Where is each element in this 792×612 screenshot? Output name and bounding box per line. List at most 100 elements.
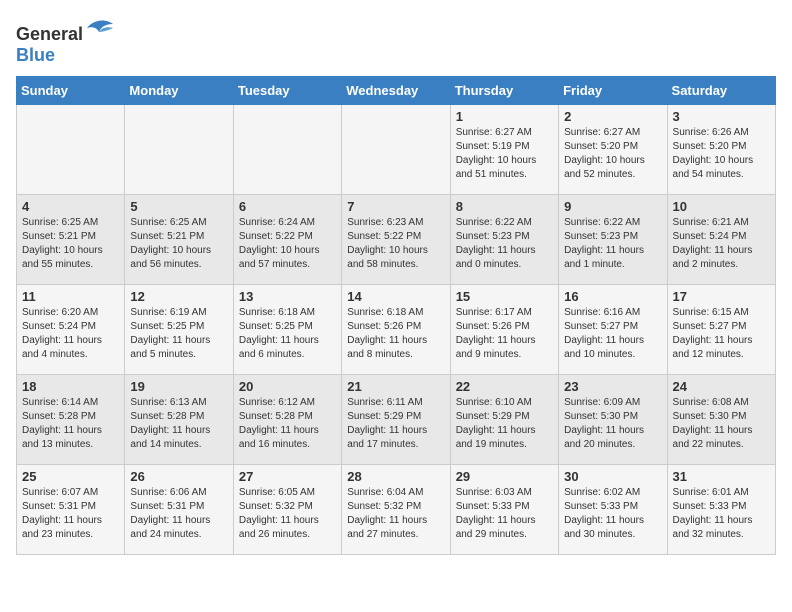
sunrise-text: Sunrise: 6:27 AM — [564, 127, 640, 138]
day-info: Sunrise: 6:01 AM Sunset: 5:33 PM Daylight:… — [673, 486, 770, 542]
sunset-text: Sunset: 5:24 PM — [673, 231, 747, 242]
daylight-text: Daylight: 11 hours and 1 minute. — [564, 245, 644, 270]
day-number: 5 — [130, 199, 227, 214]
sunrise-text: Sunrise: 6:11 AM — [347, 397, 422, 408]
day-info: Sunrise: 6:05 AMSunset: 5:32 PMDaylight:… — [239, 486, 336, 542]
sunrise-text: Sunrise: 6:05 AM — [239, 487, 315, 498]
daylight-text: Daylight: 10 hours and 51 minutes. — [456, 155, 537, 180]
sunrise-text: Sunrise: 6:26 AM — [673, 127, 749, 138]
sunrise-text: Sunrise: 6:25 AM — [22, 217, 98, 228]
day-info: Sunrise: 6:09 AM Sunset: 5:30 PM Daylight:… — [564, 396, 661, 452]
day-info: Sunrise: 6:27 AM Sunset: 5:20 PM Daylight:… — [564, 126, 661, 182]
sunrise-text: Sunrise: 6:13 AM — [130, 397, 206, 408]
day-number: 19 — [130, 379, 227, 394]
daylight-text: Daylight: 10 hours and 58 minutes. — [347, 245, 428, 270]
sunrise-text: Sunrise: 6:18 AM — [347, 307, 423, 318]
day-info: Sunrise: 6:22 AMSunset: 5:23 PMDaylight:… — [564, 216, 661, 272]
day-cell-17: 17Sunrise: 6:15 AMSunset: 5:27 PMDayligh… — [667, 285, 775, 375]
day-number: 6 — [239, 199, 336, 214]
weekday-header-thursday: Thursday — [450, 77, 558, 105]
daylight-text: Daylight: 11 hours and 20 minutes. — [564, 425, 644, 450]
day-cell-22: 22Sunrise: 6:10 AMSunset: 5:29 PMDayligh… — [450, 375, 558, 465]
day-cell-23: 23 Sunrise: 6:09 AM Sunset: 5:30 PM Dayligh… — [559, 375, 667, 465]
day-cell-24: 24Sunrise: 6:08 AMSunset: 5:30 PMDayligh… — [667, 375, 775, 465]
day-number: 16 — [564, 289, 661, 304]
day-cell-25: 25Sunrise: 6:07 AMSunset: 5:31 PMDayligh… — [17, 465, 125, 555]
day-cell-10: 10Sunrise: 6:21 AMSunset: 5:24 PMDayligh… — [667, 195, 775, 285]
sunset-text: Sunset: 5:33 PM — [564, 501, 638, 512]
sunrise-text: Sunrise: 6:06 AM — [130, 487, 206, 498]
weekday-header-monday: Monday — [125, 77, 233, 105]
sunset-text: Sunset: 5:21 PM — [22, 231, 96, 242]
day-cell-7: 7Sunrise: 6:23 AMSunset: 5:22 PMDaylight… — [342, 195, 450, 285]
sunset-text: Sunset: 5:32 PM — [239, 501, 313, 512]
day-cell-9: 9 Sunrise: 6:22 AMSunset: 5:23 PMDaylight… — [559, 195, 667, 285]
sunrise-text: Sunrise: 6:15 AM — [673, 307, 749, 318]
week-row-1: 1 Sunrise: 6:27 AMSunset: 5:19 PMDaylight… — [17, 105, 776, 195]
sunrise-text: Sunrise: 6:09 AM — [564, 397, 640, 408]
sunset-text: Sunset: 5:21 PM — [130, 231, 204, 242]
sunset-text: Sunset: 5:33 PM — [673, 501, 747, 512]
day-number: 25 — [22, 469, 119, 484]
sunset-text: Sunset: 5:26 PM — [456, 321, 530, 332]
sunset-text: Sunset: 5:20 PM — [564, 141, 638, 152]
daylight-text: Daylight: 11 hours and 32 minutes. — [673, 515, 753, 540]
day-number: 1 — [456, 109, 553, 124]
sunset-text: Sunset: 5:30 PM — [564, 411, 638, 422]
sunrise-text: Sunrise: 6:17 AM — [456, 307, 532, 318]
weekday-header-friday: Friday — [559, 77, 667, 105]
weekday-header-saturday: Saturday — [667, 77, 775, 105]
day-number: 14 — [347, 289, 444, 304]
day-info: Sunrise: 6:25 AM Sunset: 5:21 PM Daylight:… — [130, 216, 227, 272]
sunset-text: Sunset: 5:24 PM — [22, 321, 96, 332]
sunrise-text: Sunrise: 6:01 AM — [673, 487, 749, 498]
sunrise-text: Sunrise: 6:10 AM — [456, 397, 532, 408]
sunrise-text: Sunrise: 6:16 AM — [564, 307, 640, 318]
day-cell-21: 21Sunrise: 6:11 AMSunset: 5:29 PMDayligh… — [342, 375, 450, 465]
daylight-text: Daylight: 11 hours and 17 minutes. — [347, 425, 427, 450]
logo-blue: Blue — [16, 45, 55, 65]
page-header: General Blue — [16, 16, 776, 66]
calendar-header: SundayMondayTuesdayWednesdayThursdayFrid… — [17, 77, 776, 105]
day-cell-30: 30Sunrise: 6:02 AMSunset: 5:33 PMDayligh… — [559, 465, 667, 555]
day-cell-1: 1 Sunrise: 6:27 AMSunset: 5:19 PMDaylight… — [450, 105, 558, 195]
sunset-text: Sunset: 5:31 PM — [130, 501, 204, 512]
calendar-table: SundayMondayTuesdayWednesdayThursdayFrid… — [16, 76, 776, 555]
day-info: Sunrise: 6:22 AMSunset: 5:23 PMDaylight:… — [456, 216, 553, 272]
day-cell-2: 2Sunrise: 6:27 AMSunset: 5:20 PMDaylight… — [559, 105, 667, 195]
sunrise-text: Sunrise: 6:25 AM — [130, 217, 206, 228]
sunset-text: Sunset: 5:26 PM — [347, 321, 421, 332]
day-info: Sunrise: 6:11 AMSunset: 5:29 PMDaylight:… — [347, 396, 444, 452]
day-cell-26: 26Sunrise: 6:06 AMSunset: 5:31 PMDayligh… — [125, 465, 233, 555]
daylight-text: Daylight: 10 hours and 56 minutes. — [130, 245, 211, 270]
sunset-text: Sunset: 5:33 PM — [456, 501, 530, 512]
day-cell-14: 14Sunrise: 6:18 AMSunset: 5:26 PMDayligh… — [342, 285, 450, 375]
day-cell-31: 31Sunrise: 6:01 AMSunset: 5:33 PMDayligh… — [667, 465, 775, 555]
day-number: 28 — [347, 469, 444, 484]
week-row-5: 25Sunrise: 6:07 AMSunset: 5:31 PMDayligh… — [17, 465, 776, 555]
day-info: Sunrise: 6:12 AMSunset: 5:28 PMDaylight:… — [239, 396, 336, 452]
daylight-text: Daylight: 11 hours and 4 minutes. — [22, 335, 102, 360]
sunrise-text: Sunrise: 6:19 AM — [130, 307, 206, 318]
day-info: Sunrise: 6:08 AMSunset: 5:30 PMDaylight:… — [673, 396, 770, 452]
daylight-text: Daylight: 11 hours and 24 minutes. — [130, 515, 210, 540]
daylight-text: Daylight: 11 hours and 0 minutes. — [456, 245, 536, 270]
day-cell-5: 5 Sunrise: 6:25 AM Sunset: 5:21 PM Daylight… — [125, 195, 233, 285]
day-cell-13: 13Sunrise: 6:18 AMSunset: 5:25 PMDayligh… — [233, 285, 341, 375]
day-cell-15: 15Sunrise: 6:17 AMSunset: 5:26 PMDayligh… — [450, 285, 558, 375]
sunset-text: Sunset: 5:30 PM — [673, 411, 747, 422]
daylight-text: Daylight: 10 hours and 54 minutes. — [673, 155, 754, 180]
day-number: 27 — [239, 469, 336, 484]
day-info: Sunrise: 6:18 AMSunset: 5:25 PMDaylight:… — [239, 306, 336, 362]
week-row-4: 18Sunrise: 6:14 AMSunset: 5:28 PMDayligh… — [17, 375, 776, 465]
daylight-text: Daylight: 11 hours and 19 minutes. — [456, 425, 536, 450]
day-info: Sunrise: 6:16 AMSunset: 5:27 PMDaylight:… — [564, 306, 661, 362]
daylight-text: Daylight: 10 hours and 52 minutes. — [564, 155, 645, 180]
daylight-text: Daylight: 11 hours and 9 minutes. — [456, 335, 536, 360]
day-number: 9 — [564, 199, 661, 214]
week-row-3: 11Sunrise: 6:20 AMSunset: 5:24 PMDayligh… — [17, 285, 776, 375]
sunrise-text: Sunrise: 6:22 AM — [564, 217, 640, 228]
day-number: 23 — [564, 379, 661, 394]
day-info: Sunrise: 6:27 AMSunset: 5:19 PMDaylight:… — [456, 126, 553, 182]
day-number: 29 — [456, 469, 553, 484]
